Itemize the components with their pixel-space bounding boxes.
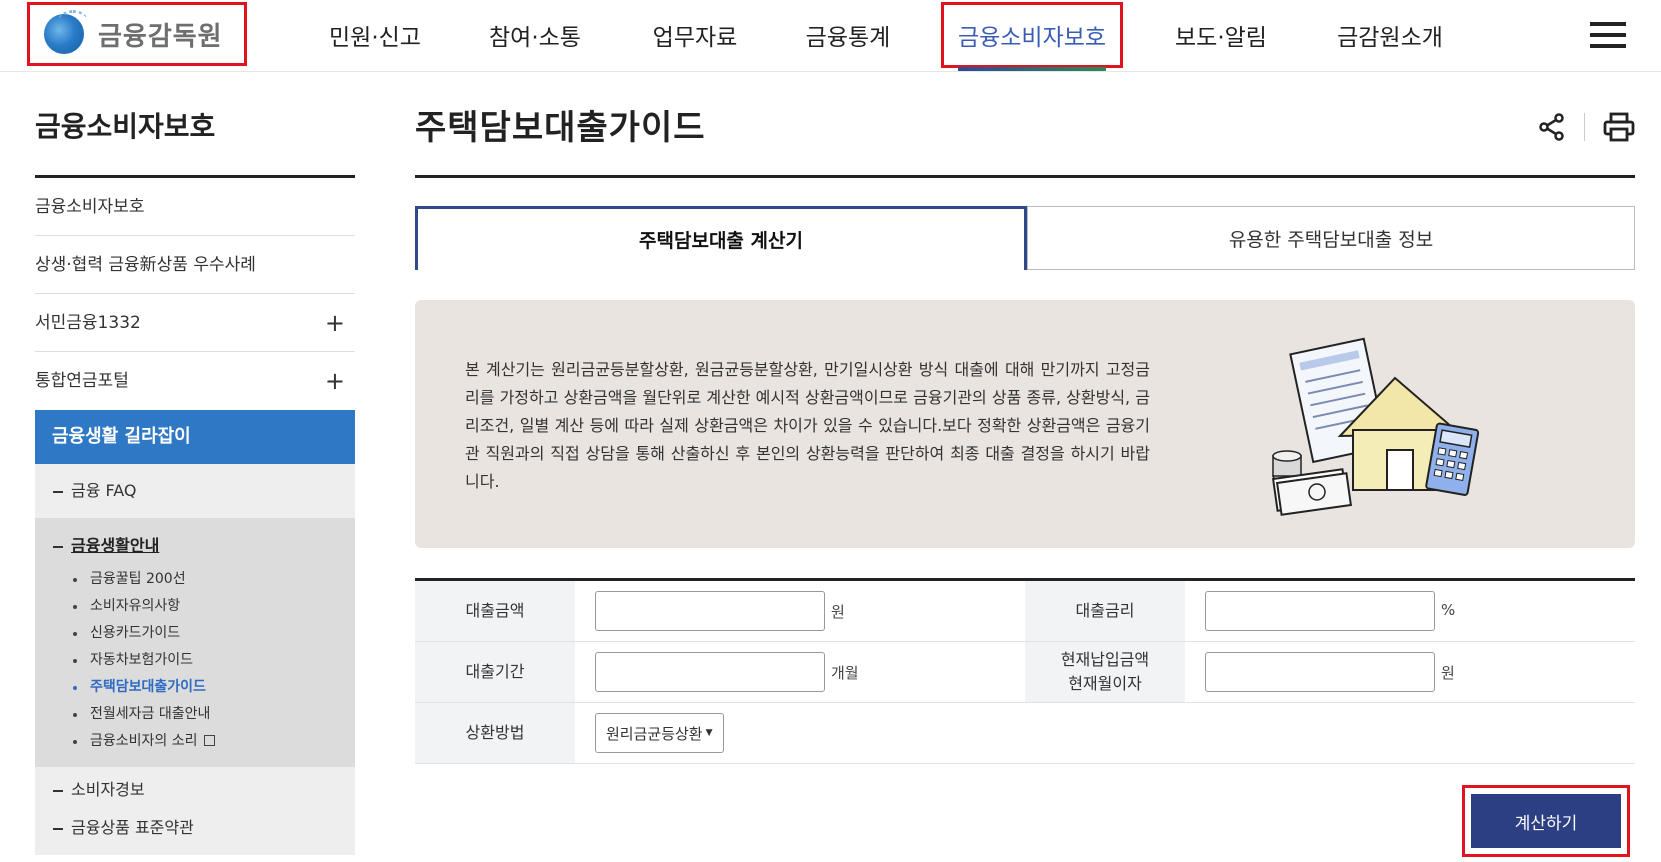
loan-form: 대출금액 원 대출금리 % 대출기간 개월 현재납입금액 현재월이자 원 상환방…: [415, 578, 1635, 764]
loan-amount-unit: 원: [831, 603, 845, 621]
dash-icon: [53, 827, 63, 830]
sidebar-sub-label: 금융 FAQ: [71, 481, 137, 500]
sidebar-leaf-credit-card[interactable]: 신용카드가이드: [53, 620, 355, 647]
loan-amount-label: 대출금액: [415, 581, 575, 641]
repayment-method-value: 원리금균등상환: [606, 724, 703, 743]
sidebar-leaf-mortgage[interactable]: 주택담보대출가이드: [53, 674, 355, 701]
tab-bar: 주택담보대출 계산기 유용한 주택담보대출 정보: [415, 206, 1635, 270]
utility-divider: [1584, 113, 1585, 141]
active-nav-highlight: [941, 2, 1123, 68]
nav-item-about[interactable]: 금감원소개: [1315, 0, 1465, 70]
chevron-down-icon: ▼: [705, 728, 713, 738]
calculate-button-highlight: 계산하기: [1462, 785, 1630, 857]
loan-amount-input[interactable]: [595, 591, 825, 631]
sidebar-leaf-rent-loan[interactable]: 전월세자금 대출안내: [53, 701, 355, 728]
form-row: 대출기간 개월 현재납입금액 현재월이자 원: [415, 642, 1635, 703]
sidebar-item-label: 상생·협력 금융新상품 우수사례: [35, 255, 256, 275]
sidebar-sub-bottom: 소비자경보 금융상품 표준약관: [35, 767, 355, 855]
repayment-method-select[interactable]: 원리금균등상환 ▼: [595, 713, 724, 753]
loan-period-cell: 개월: [575, 642, 1025, 702]
share-icon[interactable]: [1538, 113, 1566, 141]
sidebar-sub-label: 금융생활안내: [71, 536, 160, 555]
print-icon[interactable]: [1603, 112, 1635, 142]
sidebar-title: 금융소비자보호: [35, 72, 355, 178]
sidebar-item-1332[interactable]: 서민금융1332 +: [35, 294, 355, 352]
loan-amount-cell: 원: [575, 581, 1025, 641]
sidebar-sub-guide-head[interactable]: 금융생활안내: [53, 532, 355, 556]
sidebar-submenu: 금융 FAQ 금융생활안내 금융꿀팁 200선 소비자유의사항 신용카드가이드 …: [35, 464, 355, 855]
sidebar-sub-label: 소비자경보: [71, 780, 145, 799]
loan-rate-input[interactable]: [1205, 591, 1435, 631]
logo-text: 금융감독원: [98, 21, 223, 52]
sidebar-item-label: 서민금융1332: [35, 313, 141, 333]
dash-icon: [53, 490, 63, 493]
form-row: 대출금액 원 대출금리 %: [415, 581, 1635, 642]
external-link-icon: [203, 735, 215, 746]
loan-period-unit: 개월: [831, 664, 859, 682]
nav-item-financial-stats[interactable]: 금융통계: [773, 0, 923, 70]
house-loan-illustration: [1271, 337, 1480, 516]
plus-icon[interactable]: +: [325, 352, 345, 410]
sidebar-sub-guide: 금융생활안내 금융꿀팁 200선 소비자유의사항 신용카드가이드 자동차보험가이…: [35, 518, 355, 767]
dash-icon: [53, 545, 63, 548]
main-content: 주택담보대출가이드 주택담보대출 계산기 유용한 주택담보대출 정보 본 계산기…: [415, 72, 1635, 764]
menu-icon[interactable]: [1590, 22, 1626, 48]
sidebar-item-coexistence[interactable]: 상생·협력 금융新상품 우수사례: [35, 236, 355, 294]
sidebar-leaf-tips[interactable]: 금융꿀팁 200선: [53, 566, 355, 593]
loan-rate-cell: %: [1185, 581, 1635, 641]
nav-item-work-materials[interactable]: 업무자료: [620, 0, 770, 70]
loan-rate-label: 대출금리: [1025, 581, 1185, 641]
current-payment-label-line1: 현재납입금액: [1060, 650, 1150, 669]
current-payment-unit: 원: [1441, 664, 1455, 682]
tab-calculator[interactable]: 주택담보대출 계산기: [415, 206, 1027, 270]
sidebar-item-label: 통합연금포털: [35, 371, 129, 391]
dash-icon: [53, 789, 63, 792]
page-title: 주택담보대출가이드: [415, 72, 1635, 178]
repayment-method-cell: 원리금균등상환 ▼: [575, 703, 1025, 763]
sidebar-sub-label: 금융상품 표준약관: [71, 818, 194, 837]
info-text: 본 계산기는 원리금균등분할상환, 원금균등분할상환, 만기일시상환 방식 대출…: [465, 360, 1150, 491]
current-payment-cell: 원: [1185, 642, 1635, 702]
sidebar-sub-alert[interactable]: 소비자경보: [35, 771, 355, 809]
sidebar-item-consumer-protection[interactable]: 금융소비자보호: [35, 178, 355, 236]
repayment-method-label: 상환방법: [415, 703, 575, 763]
calculate-button[interactable]: 계산하기: [1471, 794, 1621, 848]
plus-icon[interactable]: +: [325, 294, 345, 352]
form-row: 상환방법 원리금균등상환 ▼: [415, 703, 1635, 764]
sidebar-sub-terms[interactable]: 금융상품 표준약관: [35, 809, 355, 847]
nav-item-press-notice[interactable]: 보도·알림: [1146, 0, 1296, 70]
sidebar-item-pension[interactable]: 통합연금포털 +: [35, 352, 355, 410]
sidebar-leaf-car-insurance[interactable]: 자동차보험가이드: [53, 647, 355, 674]
sidebar-item-life-guide[interactable]: 금융생활 길라잡이: [35, 410, 355, 464]
current-payment-label-line2: 현재월이자: [1068, 674, 1142, 693]
info-box: 본 계산기는 원리금균등분할상환, 원금균등분할상환, 만기일시상환 방식 대출…: [415, 300, 1635, 548]
sidebar-leaf-cautions[interactable]: 소비자유의사항: [53, 593, 355, 620]
logo-link[interactable]: 금융감독원: [27, 2, 247, 66]
logo-globe-icon: [44, 10, 88, 54]
nav-item-participation-comm[interactable]: 참여·소통: [460, 0, 610, 70]
sidebar: 금융소비자보호 금융소비자보호 상생·협력 금융新상품 우수사례 서민금융133…: [35, 72, 355, 855]
sidebar-item-label: 금융소비자보호: [35, 197, 145, 217]
tab-useful-info[interactable]: 유용한 주택담보대출 정보: [1027, 206, 1635, 270]
current-payment-input[interactable]: [1205, 652, 1435, 692]
loan-rate-unit: %: [1441, 601, 1456, 619]
active-nav-underline: [958, 67, 1106, 71]
sidebar-leaf-consumer-voice[interactable]: 금융소비자의 소리: [53, 728, 355, 755]
loan-period-input[interactable]: [595, 652, 825, 692]
page-utilities: [1538, 112, 1635, 142]
loan-period-label: 대출기간: [415, 642, 575, 702]
nav-item-complaint-report[interactable]: 민원·신고: [300, 0, 450, 70]
current-payment-label: 현재납입금액 현재월이자: [1025, 642, 1185, 702]
sidebar-sub-faq[interactable]: 금융 FAQ: [35, 464, 355, 518]
sidebar-leaf-label: 금융소비자의 소리: [90, 733, 198, 749]
